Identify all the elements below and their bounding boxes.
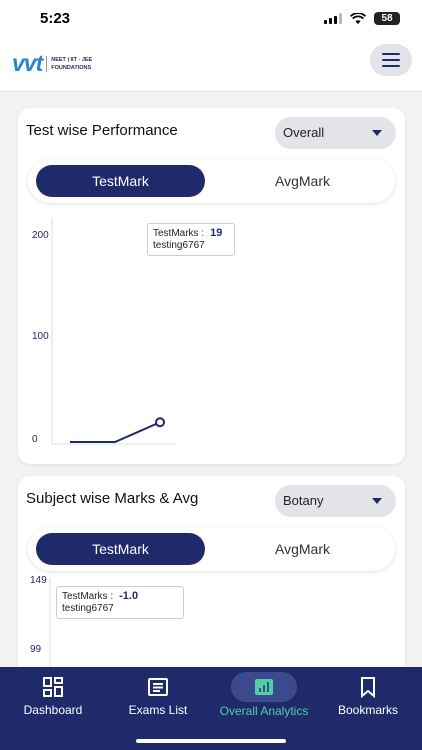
tooltip-label: TestMarks : xyxy=(153,228,205,239)
tab-avgmark[interactable]: AvgMark xyxy=(218,165,387,197)
data-point[interactable] xyxy=(155,417,165,428)
list-icon xyxy=(146,675,170,699)
test-performance-card: Test wise Performance Overall TestMark A… xyxy=(18,108,405,464)
y-tick-label: 100 xyxy=(32,331,49,342)
mark-toggle: TestMark AvgMark xyxy=(28,159,395,203)
caret-down-icon xyxy=(372,130,382,136)
bookmark-icon xyxy=(356,675,380,699)
card-title: Test wise Performance xyxy=(26,122,178,139)
bottom-navigation: Dashboard Exams List Overall Analytics B… xyxy=(0,667,422,750)
nav-item-overall-analytics[interactable]: Overall Analytics xyxy=(214,672,314,718)
brand-logo: vvt NEET | IIT - JEE FOUNDATIONS xyxy=(12,50,92,77)
nav-label: Bookmarks xyxy=(337,703,399,717)
chart-tooltip: TestMarks : -1.0 testing6767 xyxy=(56,586,184,619)
test-line-chart: 200 100 0 TestMarks : 19 testing6767 xyxy=(18,208,405,458)
nav-label: Overall Analytics xyxy=(219,704,309,718)
nav-label: Exams List xyxy=(128,703,188,717)
logo-line-2: FOUNDATIONS xyxy=(51,64,92,71)
tab-testmark[interactable]: TestMark xyxy=(36,533,205,565)
chart-tooltip: TestMarks : 19 testing6767 xyxy=(147,223,235,256)
y-tick-label: 0 xyxy=(32,434,38,445)
wifi-icon xyxy=(350,12,366,24)
mark-toggle: TestMark AvgMark xyxy=(28,527,395,571)
nav-item-dashboard[interactable]: Dashboard xyxy=(18,675,88,717)
subject-marks-card: Subject wise Marks & Avg Botany TestMark… xyxy=(18,476,405,686)
caret-down-icon xyxy=(372,498,382,504)
status-bar: 5:23 58 xyxy=(0,0,422,36)
nav-label: Dashboard xyxy=(23,703,83,717)
subject-filter-dropdown[interactable]: Botany xyxy=(275,485,396,517)
y-tick-label: 200 xyxy=(32,230,49,241)
y-tick-label: 149 xyxy=(30,575,47,586)
dropdown-value: Botany xyxy=(283,493,324,508)
tooltip-name: testing6767 xyxy=(62,603,114,614)
app-header: vvt NEET | IIT - JEE FOUNDATIONS xyxy=(0,36,422,92)
tooltip-value: 19 xyxy=(210,227,223,239)
series-line xyxy=(70,421,161,443)
logo-tagline: NEET | IIT - JEE FOUNDATIONS xyxy=(46,55,93,72)
y-tick-label: 99 xyxy=(30,644,42,655)
tooltip-name: testing6767 xyxy=(153,240,205,251)
tab-avgmark[interactable]: AvgMark xyxy=(218,533,387,565)
status-time: 5:23 xyxy=(40,10,71,27)
analytics-icon xyxy=(231,672,297,702)
tab-testmark[interactable]: TestMark xyxy=(36,165,205,197)
status-icons: 58 xyxy=(324,12,400,25)
tooltip-label: TestMarks : xyxy=(62,591,114,602)
tooltip-value: -1.0 xyxy=(119,590,139,602)
menu-icon xyxy=(382,53,400,55)
overall-filter-dropdown[interactable]: Overall xyxy=(275,117,396,149)
battery-icon: 58 xyxy=(374,12,400,25)
signal-icon xyxy=(324,13,342,24)
dashboard-icon xyxy=(41,675,65,699)
card-title: Subject wise Marks & Avg xyxy=(26,490,199,507)
home-indicator xyxy=(136,739,286,743)
nav-item-exams-list[interactable]: Exams List xyxy=(123,675,193,717)
nav-item-bookmarks[interactable]: Bookmarks xyxy=(330,675,406,717)
logo-mark: vvt xyxy=(12,50,43,76)
dropdown-value: Overall xyxy=(283,125,325,140)
hamburger-menu-button[interactable] xyxy=(370,44,412,76)
logo-line-1: NEET | IIT - JEE xyxy=(51,56,93,63)
